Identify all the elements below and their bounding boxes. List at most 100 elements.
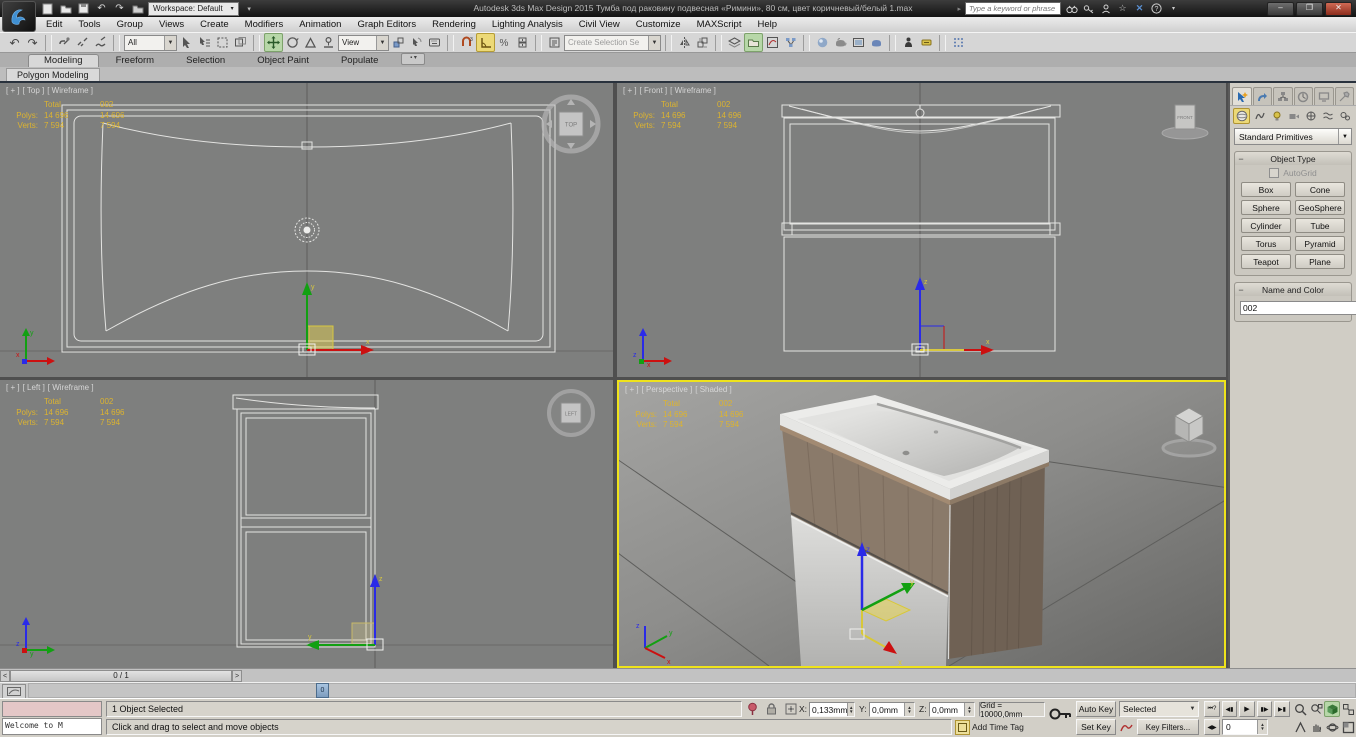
new-scene-icon[interactable] xyxy=(40,2,55,15)
ribbon-tab-selection[interactable]: Selection xyxy=(171,55,240,67)
menu-group[interactable]: Group xyxy=(109,18,151,31)
time-slider-handle[interactable]: 0 / 1 xyxy=(10,670,232,682)
exchange-apps-icon[interactable]: ✕ xyxy=(1133,2,1146,15)
select-and-link-icon[interactable] xyxy=(56,34,73,51)
help-search-input[interactable] xyxy=(965,2,1061,15)
viewport-menu-shading[interactable]: [ Wireframe ] xyxy=(48,383,94,392)
key-filters-button[interactable]: Key Filters... xyxy=(1137,719,1199,735)
ribbon-tab-populate[interactable]: Populate xyxy=(326,55,394,67)
time-slider[interactable]: < 0 / 1 > xyxy=(0,668,1356,682)
help-dropdown-icon[interactable]: ▾ xyxy=(1167,2,1180,15)
category-geometry-icon[interactable] xyxy=(1233,108,1250,124)
bind-to-space-warp-icon[interactable] xyxy=(92,34,109,51)
viewport-menu-pov[interactable]: [ Left ] xyxy=(23,383,45,392)
ribbon-options-icon[interactable]: ▪ ▾ xyxy=(401,53,425,65)
geosphere-button[interactable]: GeoSphere xyxy=(1295,200,1345,215)
viewcube-left[interactable]: LEFT xyxy=(549,391,593,435)
track-bar[interactable]: 0 xyxy=(0,682,1356,698)
spinner-icon[interactable]: ▲▼ xyxy=(964,703,974,716)
select-and-place-icon[interactable] xyxy=(320,34,337,51)
search-binoculars-icon[interactable] xyxy=(1065,2,1078,15)
ribbon-tab-modeling[interactable]: Modeling xyxy=(28,54,99,67)
z-coordinate-field[interactable]: 0,0mm▲▼ xyxy=(929,702,975,717)
name-and-color-rollout-header[interactable]: − Name and Color xyxy=(1235,283,1351,296)
viewport-menu-pov[interactable]: [ Perspective ] xyxy=(642,385,693,394)
category-helpers-icon[interactable] xyxy=(1303,109,1318,123)
tab-motion-icon[interactable] xyxy=(1294,87,1314,105)
lighting-analysis-assistant-icon[interactable] xyxy=(900,34,917,51)
object-name-input[interactable] xyxy=(1240,301,1356,315)
graphite-ribbon-toggle-icon[interactable] xyxy=(744,33,763,52)
field-of-view-icon[interactable] xyxy=(1292,719,1308,735)
open-mini-curve-editor-icon[interactable] xyxy=(2,684,26,699)
schematic-view-icon[interactable] xyxy=(782,34,799,51)
isolate-selection-icon[interactable] xyxy=(746,702,759,721)
reference-coordinate-system-dropdown[interactable]: View▼ xyxy=(338,35,389,51)
torus-button[interactable]: Torus xyxy=(1241,236,1291,251)
select-and-move-icon[interactable] xyxy=(264,33,283,52)
viewcube-3d[interactable] xyxy=(1163,408,1215,456)
viewport-left[interactable]: z y z y LEFT xyxy=(0,380,613,668)
category-cameras-icon[interactable] xyxy=(1286,109,1301,123)
viewport-menu-shading[interactable]: [ Wireframe ] xyxy=(670,86,716,95)
box-button[interactable]: Box xyxy=(1241,182,1291,197)
object-type-rollout-header[interactable]: − Object Type xyxy=(1235,152,1351,165)
move-gizmo[interactable]: z x xyxy=(912,277,994,355)
redo-scene-icon[interactable]: ↷ xyxy=(24,34,41,51)
menu-help[interactable]: Help xyxy=(749,18,785,31)
zoom-extents-all-icon[interactable] xyxy=(1340,701,1356,717)
category-lights-icon[interactable] xyxy=(1269,109,1284,123)
set-keys-key-icon[interactable] xyxy=(1048,705,1074,728)
pyramid-button[interactable]: Pyramid xyxy=(1295,236,1345,251)
tab-display-icon[interactable] xyxy=(1314,87,1334,105)
snaps-toggle-icon[interactable]: 3 xyxy=(458,34,475,51)
pan-hand-icon[interactable] xyxy=(1308,719,1324,735)
viewport-menu-general[interactable]: [ + ] xyxy=(623,86,637,95)
lighting-analysis-overlay-icon[interactable] xyxy=(950,34,967,51)
viewport-perspective[interactable]: z y x z y x xyxy=(617,380,1226,668)
viewport-menu-general[interactable]: [ + ] xyxy=(625,385,639,394)
align-icon[interactable] xyxy=(694,34,711,51)
spinner-icon[interactable]: ▲▼ xyxy=(1257,720,1267,734)
keyboard-shortcut-override-icon[interactable] xyxy=(426,34,443,51)
viewport-top[interactable]: y x x y xyxy=(0,83,613,377)
rendered-frame-window-icon[interactable] xyxy=(850,34,867,51)
render-production-icon[interactable] xyxy=(868,34,885,51)
y-coordinate-field[interactable]: 0,0mm▲▼ xyxy=(869,702,915,717)
maxscript-mini-listener-pink[interactable] xyxy=(2,701,102,717)
exposure-control-icon[interactable] xyxy=(918,34,935,51)
viewport-menu-general[interactable]: [ + ] xyxy=(6,383,20,392)
curve-editor-icon[interactable] xyxy=(764,34,781,51)
zoom-extents-selected-icon[interactable] xyxy=(1324,701,1340,717)
vanity-model[interactable] xyxy=(780,395,1049,666)
default-in-out-tangents-icon[interactable] xyxy=(1119,720,1134,734)
key-mode-dropdown[interactable]: Selected ▼ xyxy=(1119,701,1199,717)
menu-edit[interactable]: Edit xyxy=(38,18,70,31)
tube-button[interactable]: Tube xyxy=(1295,218,1345,233)
undo-icon[interactable]: ↶ xyxy=(94,2,109,15)
add-time-tag[interactable]: Add Time Tag xyxy=(972,722,1024,732)
viewport-menu-general[interactable]: [ + ] xyxy=(6,86,20,95)
viewport-menu-pov[interactable]: [ Front ] xyxy=(640,86,668,95)
ribbon-tab-object-paint[interactable]: Object Paint xyxy=(242,55,324,67)
select-by-name-icon[interactable] xyxy=(196,34,213,51)
tab-modify-icon[interactable] xyxy=(1253,87,1273,105)
mirror-icon[interactable] xyxy=(676,34,693,51)
zoom-icon[interactable] xyxy=(1292,701,1308,717)
sign-in-icon[interactable] xyxy=(1099,2,1112,15)
menu-rendering[interactable]: Rendering xyxy=(424,18,484,31)
application-menu-button[interactable] xyxy=(2,1,36,32)
menu-maxscript[interactable]: MAXScript xyxy=(689,18,750,31)
category-shapes-icon[interactable] xyxy=(1252,109,1267,123)
restore-button[interactable]: ❐ xyxy=(1296,2,1323,16)
go-to-end-button[interactable]: ▶▮ xyxy=(1274,701,1290,717)
key-mode-toggle-button[interactable]: ◀▶ xyxy=(1204,719,1220,735)
spinner-icon[interactable]: ▲▼ xyxy=(904,703,914,716)
close-button[interactable]: ✕ xyxy=(1325,2,1352,16)
menu-modifiers[interactable]: Modifiers xyxy=(237,18,292,31)
move-gizmo[interactable]: y x xyxy=(299,282,374,355)
previous-frame-arrow[interactable]: < xyxy=(0,670,10,682)
percent-snap-toggle-icon[interactable]: % xyxy=(496,34,513,51)
window-crossing-toggle-icon[interactable] xyxy=(232,34,249,51)
favorites-star-icon[interactable]: ☆ xyxy=(1116,2,1129,15)
